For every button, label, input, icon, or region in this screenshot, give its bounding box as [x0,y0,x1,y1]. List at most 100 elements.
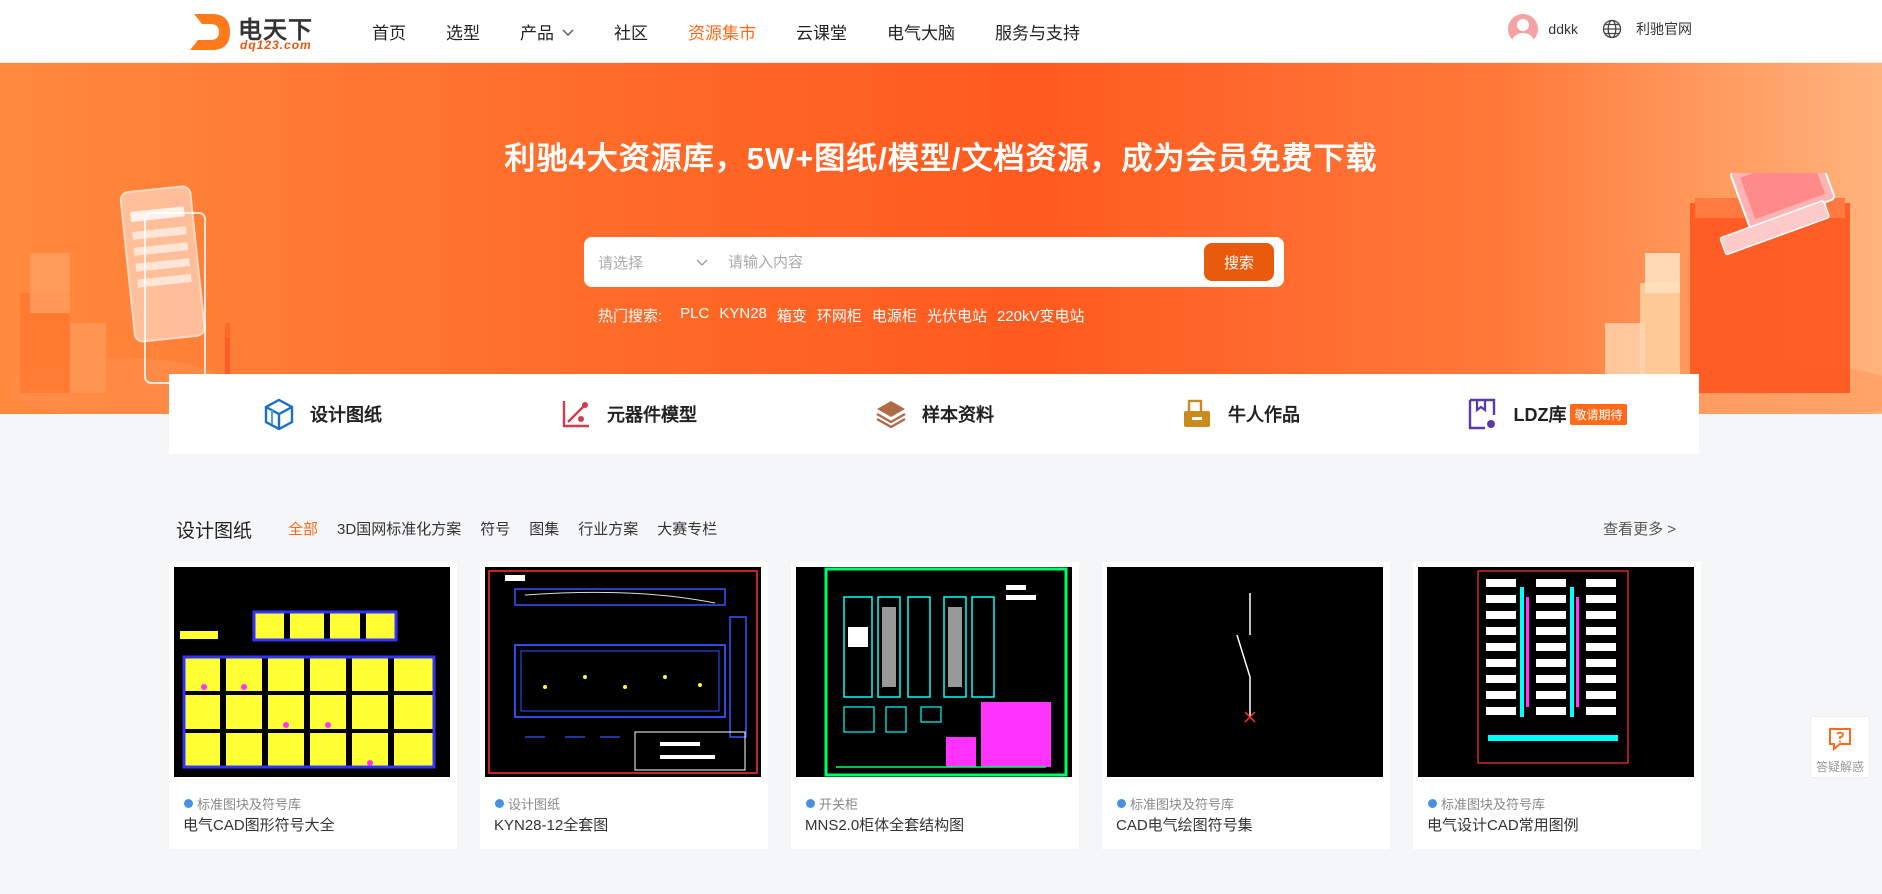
resource-card[interactable]: 标准图块及符号库 CAD电气绘图符号集 [1102,562,1390,849]
category-ldz-library[interactable]: LDZ库 敬请期待 [1393,397,1699,431]
coming-soon-badge: 敬请期待 [1570,403,1627,425]
nav-products-label: 产品 [520,24,554,43]
card-title: KYN28-12全套图 [494,817,609,834]
official-site-link[interactable]: 利驰官网 [1636,19,1692,39]
nav-community[interactable]: 社区 [614,19,648,44]
nav-electric-brain-label: 电气大脑 [887,24,955,43]
drawing-cards: 标准图块及符号库 电气CAD图形符号大全 设计图纸 KYN28-12全套图 开关… [169,562,1724,849]
card-tag-label: 标准图块及符号库 [1130,797,1235,812]
hot-search-item[interactable]: 220kV变电站 [997,305,1085,326]
filter-contest[interactable]: 大赛专栏 [657,518,717,539]
card-tag-label: 标准图块及符号库 [1441,797,1546,812]
section-filters: 全部 3D国网标准化方案 符号 图集 行业方案 大赛专栏 [288,518,736,539]
layers-icon [876,401,906,429]
card-tag: 标准图块及符号库 [1428,794,1545,813]
cad-thumbnail-legend [1418,567,1694,777]
filter-atlas[interactable]: 图集 [529,518,559,539]
card-title: MNS2.0柜体全套结构图 [805,817,965,834]
works-icon [1184,399,1210,427]
filter-3d-grid-standard[interactable]: 3D国网标准化方案 [337,518,461,539]
hot-search-item[interactable]: PLC [680,305,709,326]
card-title: 电气设计CAD常用图例 [1427,817,1579,834]
card-thumbnail [485,567,761,777]
category-label: 设计图纸 [310,405,382,425]
category-component-models[interactable]: 元器件模型 [475,397,781,431]
resource-card[interactable]: 标准图块及符号库 电气设计CAD常用图例 [1413,562,1701,849]
nav-resource-market[interactable]: 资源集市 [688,19,756,44]
hot-search-item[interactable]: 光伏电站 [927,305,987,326]
top-header: 电天下 dq123.com 首页 选型 产品 社区 资源集市 云课堂 电气大脑 … [0,0,1882,63]
hot-search-item[interactable]: 环网柜 [817,305,862,326]
nav-cloud-class-label: 云课堂 [796,24,847,43]
filter-all[interactable]: 全部 [288,518,318,539]
nav-products[interactable]: 产品 [520,19,574,44]
hot-search-item[interactable]: 电源柜 [872,305,917,326]
section-title: 设计图纸 [176,521,253,542]
hero-banner: 利驰4大资源库，5W+图纸/模型/文档资源，成为会员免费下载 请选择 搜索 热门… [0,63,1882,414]
tag-dot-icon [495,799,504,808]
nav-resource-market-label: 资源集市 [688,24,756,43]
user-area: ddkk 利驰官网 [1508,0,1692,58]
category-sample-docs[interactable]: 样本资料 [781,397,1087,431]
cad-thumbnail-cabinet [485,567,761,777]
question-chat-icon [1829,728,1851,752]
card-tag-label: 开关柜 [819,797,859,812]
avatar[interactable] [1508,14,1539,44]
cube-icon [264,398,294,431]
category-design-drawings[interactable]: 设计图纸 [169,397,475,431]
search-button[interactable]: 搜索 [1204,243,1274,281]
search-category-select[interactable]: 请选择 [598,237,708,287]
view-more-link[interactable]: 查看更多 > [1603,518,1676,539]
resource-card[interactable]: 开关柜 MNS2.0柜体全套结构图 [791,562,1079,849]
hot-searches: 热门搜索: PLC KYN28 箱变 环网柜 电源柜 光伏电站 220kV变电站 [598,305,1095,326]
category-label: 样本资料 [922,405,994,425]
card-tag: 设计图纸 [495,794,560,813]
category-label: 牛人作品 [1228,405,1300,425]
hero-title: 利驰4大资源库，5W+图纸/模型/文档资源，成为会员免费下载 [504,141,1378,176]
help-float-button[interactable]: 答疑解惑 [1810,716,1870,778]
category-label: LDZ库 [1513,405,1567,425]
nav-electric-brain[interactable]: 电气大脑 [887,19,955,44]
help-float-label: 答疑解惑 [1815,760,1864,774]
cad-thumbnail-symbols [174,567,450,777]
card-thumbnail [796,567,1072,777]
site-logo[interactable]: 电天下 dq123.com [188,8,328,54]
chevron-down-icon [562,29,574,36]
search-input[interactable] [728,237,1128,287]
filter-industry-solutions[interactable]: 行业方案 [578,518,638,539]
card-title: CAD电气绘图符号集 [1116,817,1253,834]
card-thumbnail [1107,567,1383,777]
nav-home[interactable]: 首页 [372,19,406,44]
cad-thumbnail-switch-symbol [1107,567,1383,777]
nav-service-support[interactable]: 服务与支持 [995,19,1080,44]
resource-card[interactable]: 标准图块及符号库 电气CAD图形符号大全 [169,562,457,849]
nav-service-support-label: 服务与支持 [995,24,1080,43]
logo-text-en: dq123.com [240,38,312,52]
globe-icon[interactable] [1602,19,1622,39]
search-box: 请选择 搜索 [584,237,1284,287]
hot-search-item[interactable]: KYN28 [719,305,767,326]
category-expert-works[interactable]: 牛人作品 [1087,397,1393,431]
nav-home-label: 首页 [372,24,406,43]
hot-search-item[interactable]: 箱变 [777,305,807,326]
nav-selection-label: 选型 [446,24,480,43]
card-tag-label: 标准图块及符号库 [197,797,302,812]
tag-dot-icon [806,799,815,808]
nav-community-label: 社区 [614,24,648,43]
tag-dot-icon [1117,799,1126,808]
card-tag: 标准图块及符号库 [1117,794,1234,813]
category-bar: 设计图纸 元器件模型 样本资料 牛人作品 LDZ库 敬请期待 [169,374,1699,454]
filter-symbols[interactable]: 符号 [480,518,510,539]
nav-cloud-class[interactable]: 云课堂 [796,19,847,44]
tag-dot-icon [1428,799,1437,808]
card-title: 电气CAD图形符号大全 [183,817,335,834]
card-thumbnail [1418,567,1694,777]
hot-search-label: 热门搜索: [598,308,663,325]
tag-dot-icon [184,799,193,808]
logo-d-icon [190,14,230,50]
component-icon [562,401,589,428]
nav-selection[interactable]: 选型 [446,19,480,44]
select-placeholder: 请选择 [598,254,644,272]
resource-card[interactable]: 设计图纸 KYN28-12全套图 [480,562,768,849]
username[interactable]: ddkk [1548,21,1578,37]
